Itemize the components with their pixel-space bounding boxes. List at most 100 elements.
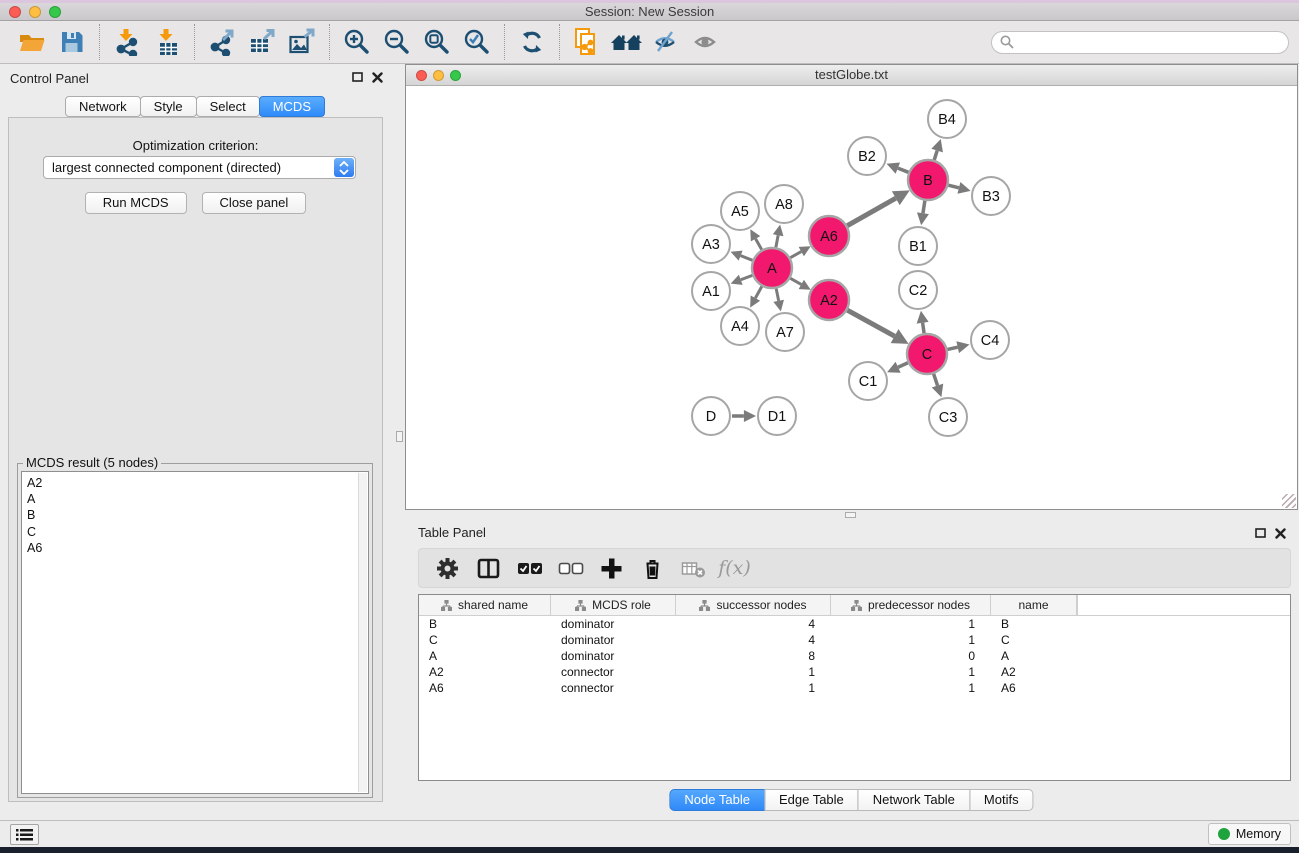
network-graph[interactable]: B4B2BB3A8A5A6A3B1AA1C2A2A4A7C4CC1C3DD1 xyxy=(406,86,1297,509)
function-builder-button[interactable]: f(x) xyxy=(719,552,750,584)
edge-B-B1[interactable] xyxy=(923,201,925,214)
table-cell[interactable]: C xyxy=(419,633,551,647)
show-columns-button[interactable] xyxy=(473,552,504,584)
table-cell[interactable]: dominator xyxy=(551,633,676,647)
node-table[interactable]: shared nameMCDS rolesuccessor nodesprede… xyxy=(418,594,1291,781)
edge-A-A6[interactable] xyxy=(790,252,801,258)
zoom-out-button[interactable] xyxy=(377,25,417,59)
node-D[interactable]: D xyxy=(692,397,730,435)
edge-C-C1[interactable] xyxy=(898,363,908,367)
save-session-button[interactable] xyxy=(52,25,92,59)
app-titlebar[interactable]: Session: New Session xyxy=(0,3,1299,21)
unselect-all-columns-button[interactable] xyxy=(555,552,586,584)
tab-edge-table[interactable]: Edge Table xyxy=(764,789,859,811)
edge-B-B3[interactable] xyxy=(948,185,959,188)
table-cell[interactable]: connector xyxy=(551,681,676,695)
edge-A-A5[interactable] xyxy=(756,239,762,250)
node-A6[interactable]: A6 xyxy=(809,216,849,256)
first-neighbors-button[interactable] xyxy=(567,25,607,59)
open-file-button[interactable] xyxy=(12,25,52,59)
network-close-button[interactable] xyxy=(416,70,427,81)
table-cell[interactable]: B xyxy=(419,617,551,631)
table-cell[interactable]: dominator xyxy=(551,649,676,663)
table-settings-button[interactable] xyxy=(432,552,463,584)
table-cell[interactable]: connector xyxy=(551,665,676,679)
delete-column-button[interactable] xyxy=(637,552,668,584)
column-header-predecessor-nodes[interactable]: predecessor nodes xyxy=(831,595,991,615)
result-item[interactable]: C xyxy=(27,524,368,540)
close-panel-icon[interactable] xyxy=(372,72,383,83)
home-button[interactable] xyxy=(607,25,647,59)
search-input[interactable] xyxy=(1019,35,1280,50)
table-cell[interactable]: 1 xyxy=(831,665,991,679)
node-A[interactable]: A xyxy=(752,248,792,288)
table-row[interactable]: A6connector11A6 xyxy=(419,680,1290,696)
export-image-button[interactable] xyxy=(282,25,322,59)
table-cell[interactable]: B xyxy=(991,617,1077,631)
node-B[interactable]: B xyxy=(908,160,948,200)
export-table-button[interactable] xyxy=(242,25,282,59)
tab-node-table[interactable]: Node Table xyxy=(669,789,765,811)
table-cell[interactable]: A2 xyxy=(419,665,551,679)
node-C2[interactable]: C2 xyxy=(899,271,937,309)
table-cell[interactable]: 1 xyxy=(831,633,991,647)
memory-button[interactable]: Memory xyxy=(1208,823,1291,845)
tab-network-table[interactable]: Network Table xyxy=(858,789,970,811)
edge-C-C3[interactable] xyxy=(934,374,938,386)
node-C4[interactable]: C4 xyxy=(971,321,1009,359)
node-A4[interactable]: A4 xyxy=(721,307,759,345)
node-A8[interactable]: A8 xyxy=(765,185,803,223)
create-column-button[interactable] xyxy=(596,552,627,584)
refresh-button[interactable] xyxy=(512,25,552,59)
table-cell[interactable]: 0 xyxy=(831,649,991,663)
table-row[interactable]: Adominator80A xyxy=(419,648,1290,664)
vertical-split-handle[interactable] xyxy=(396,431,403,442)
node-A5[interactable]: A5 xyxy=(721,192,759,230)
result-item[interactable]: A2 xyxy=(27,475,368,491)
minimize-window-button[interactable] xyxy=(29,6,41,18)
close-table-panel-icon[interactable] xyxy=(1275,528,1286,539)
edge-B-B2[interactable] xyxy=(898,168,909,172)
select-all-columns-button[interactable] xyxy=(514,552,545,584)
zoom-fit-button[interactable] xyxy=(417,25,457,59)
close-window-button[interactable] xyxy=(9,6,21,18)
node-C[interactable]: C xyxy=(907,334,947,374)
delete-table-button[interactable] xyxy=(678,552,709,584)
node-A3[interactable]: A3 xyxy=(692,225,730,263)
tab-select[interactable]: Select xyxy=(196,96,260,117)
edge-C-C4[interactable] xyxy=(947,347,957,349)
node-B1[interactable]: B1 xyxy=(899,227,937,265)
tab-mcds[interactable]: MCDS xyxy=(259,96,325,117)
edge-A-A8[interactable] xyxy=(776,235,778,247)
edge-A-A3[interactable] xyxy=(741,256,753,261)
table-cell[interactable]: dominator xyxy=(551,617,676,631)
tab-motifs[interactable]: Motifs xyxy=(969,789,1034,811)
hide-details-button[interactable] xyxy=(647,25,687,59)
column-header-successor-nodes[interactable]: successor nodes xyxy=(676,595,831,615)
edge-A-A2[interactable] xyxy=(790,278,801,284)
result-item[interactable]: A6 xyxy=(27,540,368,556)
table-cell[interactable]: C xyxy=(991,633,1077,647)
network-canvas[interactable]: B4B2BB3A8A5A6A3B1AA1C2A2A4A7C4CC1C3DD1 xyxy=(406,86,1297,509)
column-header-MCDS-role[interactable]: MCDS role xyxy=(551,595,676,615)
table-cell[interactable]: 1 xyxy=(676,665,831,679)
import-network-button[interactable] xyxy=(107,25,147,59)
float-panel-icon[interactable] xyxy=(352,72,363,83)
node-B2[interactable]: B2 xyxy=(848,137,886,175)
node-C3[interactable]: C3 xyxy=(929,398,967,436)
edge-B-B4[interactable] xyxy=(934,151,937,160)
node-C1[interactable]: C1 xyxy=(849,362,887,400)
network-zoom-button[interactable] xyxy=(450,70,461,81)
table-cell[interactable]: 1 xyxy=(831,617,991,631)
zoom-window-button[interactable] xyxy=(49,6,61,18)
edge-A-A1[interactable] xyxy=(741,275,753,279)
resize-grip[interactable] xyxy=(1282,494,1296,508)
table-cell[interactable]: 4 xyxy=(676,617,831,631)
edge-A-A4[interactable] xyxy=(755,286,761,298)
export-network-button[interactable] xyxy=(202,25,242,59)
column-header-shared-name[interactable]: shared name xyxy=(419,595,551,615)
result-item[interactable]: A xyxy=(27,491,368,507)
table-cell[interactable]: A6 xyxy=(991,681,1077,695)
table-row[interactable]: Bdominator41B xyxy=(419,616,1290,632)
table-cell[interactable]: A xyxy=(419,649,551,663)
